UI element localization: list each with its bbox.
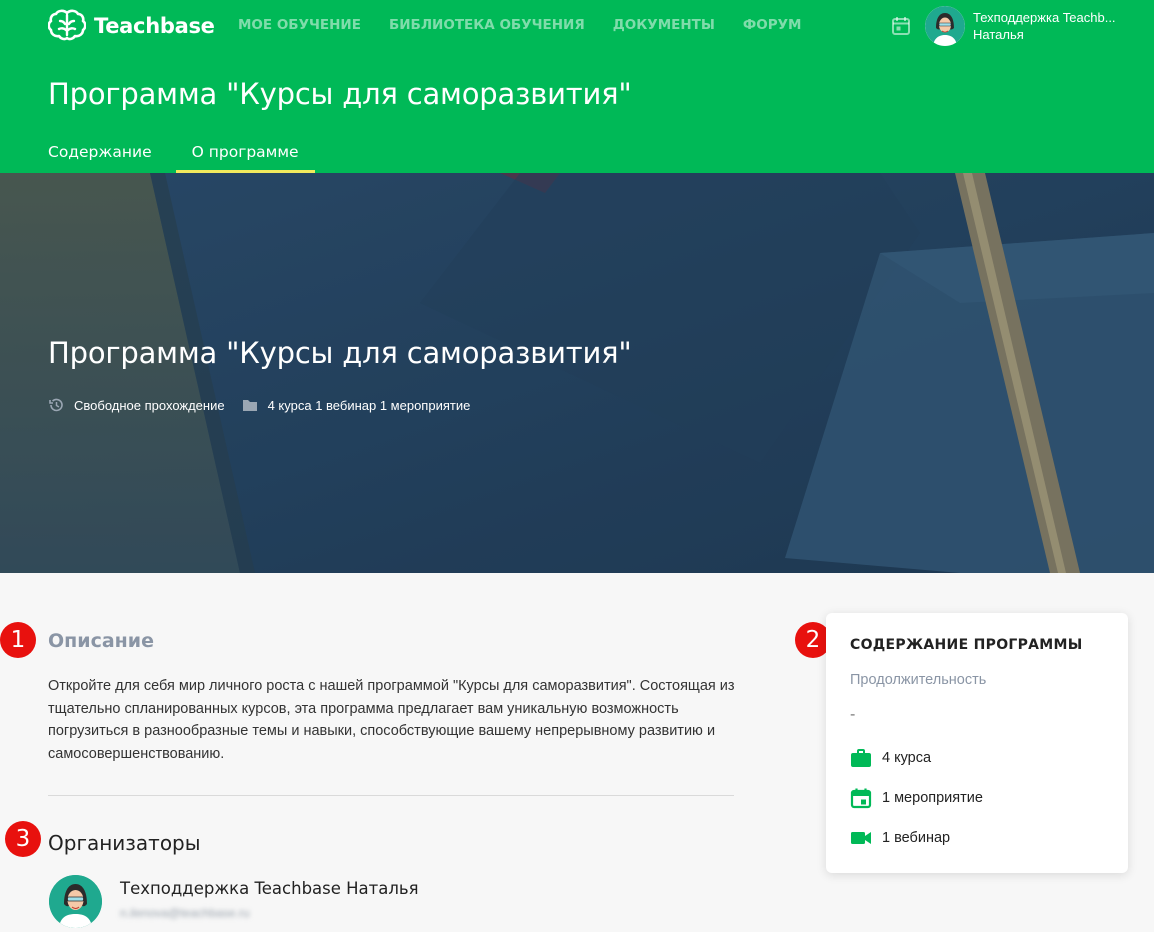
briefcase-icon: [851, 749, 871, 767]
organizer-avatar: [49, 875, 102, 928]
history-icon: [49, 398, 63, 412]
user-avatar[interactable]: [925, 6, 965, 46]
tab-about-program[interactable]: О программе: [175, 131, 315, 173]
hero-mode: Свободное прохождение: [74, 397, 225, 413]
top-header: Teachbase МОЕ ОБУЧЕНИЕ БИБЛИОТЕКА ОБУЧЕН…: [0, 0, 1154, 173]
hero-title: Программа "Курсы для саморазвития": [48, 336, 632, 370]
user-name-line2: Наталья: [973, 27, 1024, 42]
annotation-badge-1: 1: [0, 622, 36, 658]
description-text: Откройте для себя мир личного роста с на…: [48, 678, 735, 762]
program-contents-card: СОДЕРЖАНИЕ ПРОГРАММЫ Продолжительность -…: [826, 613, 1128, 873]
card-item-events-label: 1 мероприятие: [882, 790, 983, 806]
hero-background-image: [0, 173, 1154, 573]
annotation-badge-3: 3: [5, 821, 41, 857]
description-heading: Описание: [48, 630, 155, 652]
nav-documents[interactable]: ДОКУМЕНТЫ: [613, 17, 715, 33]
hero-contents: 4 курса 1 вебинар 1 мероприятие: [267, 397, 471, 413]
calendar-icon[interactable]: [890, 15, 912, 37]
organizers-heading: Организаторы: [48, 831, 201, 855]
program-tabs: Содержание О программе: [48, 131, 315, 173]
card-item-webinars: 1 вебинар: [850, 827, 950, 849]
divider: [48, 795, 734, 796]
duration-value: -: [850, 706, 856, 723]
nav-forum[interactable]: ФОРУМ: [743, 17, 802, 33]
video-icon: [851, 832, 871, 844]
card-item-events: 1 мероприятие: [850, 787, 983, 809]
card-item-courses: 4 курса: [850, 747, 931, 769]
calendar-icon: [850, 788, 872, 809]
nav-my-learning[interactable]: МОЕ ОБУЧЕНИЕ: [238, 17, 361, 33]
teachbase-logo[interactable]: Teachbase: [48, 9, 215, 43]
main-nav: МОЕ ОБУЧЕНИЕ БИБЛИОТЕКА ОБУЧЕНИЯ ДОКУМЕН…: [238, 17, 801, 33]
organizer-email: n.ilenova@teachbase.ru: [120, 906, 250, 920]
card-item-courses-label: 4 курса: [882, 750, 932, 766]
card-title: СОДЕРЖАНИЕ ПРОГРАММЫ: [850, 637, 1083, 653]
logo-text: Teachbase: [94, 14, 215, 38]
hero-meta: Свободное прохождение 4 курса 1 вебинар …: [48, 397, 470, 413]
brain-logo-icon: [48, 9, 86, 41]
nav-learning-library[interactable]: БИБЛИОТЕКА ОБУЧЕНИЯ: [389, 17, 585, 33]
hero-banner: Программа "Курсы для саморазвития" Свобо…: [0, 173, 1154, 573]
card-item-webinars-label: 1 вебинар: [882, 830, 951, 846]
duration-label: Продолжительность: [850, 672, 987, 688]
tab-contents[interactable]: Содержание: [48, 131, 152, 173]
user-name-line1: Техподдержка Teachb...: [973, 10, 1116, 25]
page-title: Программа "Курсы для саморазвития": [48, 77, 632, 111]
user-name[interactable]: Техподдержка Teachb... Наталья: [973, 9, 1116, 43]
folder-icon: [242, 400, 257, 411]
organizer-name: Техподдержка Teachbase Наталья: [120, 879, 419, 898]
